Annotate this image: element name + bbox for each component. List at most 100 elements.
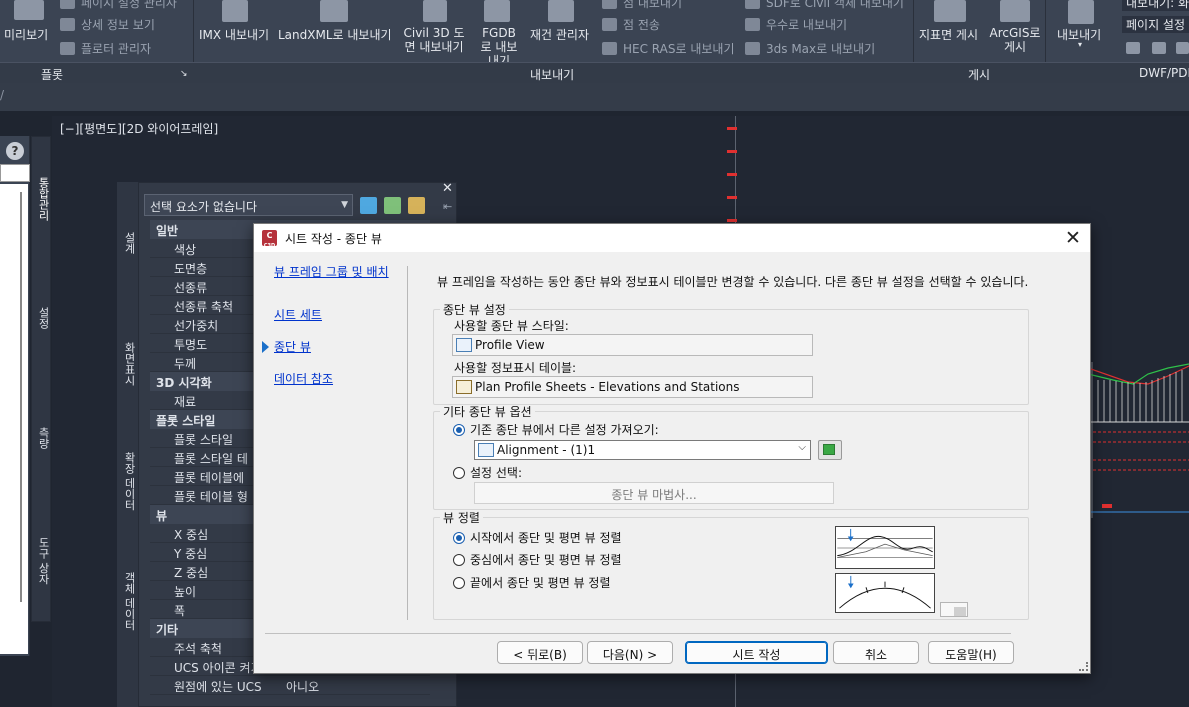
transfer-points-button[interactable]: 점 전송 [602,16,660,33]
nav-profile-view[interactable]: 종단 뷰 [274,341,311,353]
band-set-field: Plan Profile Sheets - Elevations and Sta… [452,376,813,398]
create-sheets-button[interactable]: 시트 작성 [685,641,828,664]
preview-button[interactable]: 미리보기 [4,26,48,43]
imx-export-button[interactable]: IMX 내보내기 [199,26,269,43]
toolspace-tabs: 통합관리 설정 측량 도구 상자 [31,136,51,622]
page-setup-option[interactable]: 페이지 설정 [1122,16,1189,33]
tab-display[interactable]: 화면표시 [121,342,137,386]
storm-icon [745,18,760,31]
radio-choose-settings[interactable]: 설정 선택: [453,464,522,481]
landxml-export-button[interactable]: LandXML로 내보내기 [278,26,392,43]
tab-survey[interactable]: 측량 [35,427,51,449]
help-button[interactable]: 도움말(H) [928,641,1014,664]
radio-dot [453,531,465,544]
cancel-button[interactable]: 취소 [833,641,919,664]
next-button[interactable]: 다음(N) > [587,641,673,664]
dwf-small-icon[interactable] [1126,42,1140,54]
details-icon [60,18,75,31]
nav-sheet-set[interactable]: 시트 세트 [274,309,322,321]
radio-import-existing[interactable]: 기존 종단 뷰에서 다른 설정 가져오기: [453,421,659,438]
resize-grip-icon[interactable] [1079,662,1088,671]
select-objects-icon[interactable] [384,197,401,214]
pick-from-drawing-button[interactable] [818,440,842,460]
civil3d-export-button[interactable]: Civil 3D 도면 내보내기 [398,26,470,54]
property-label: 선가중치 [174,319,219,333]
breadcrumb: / [0,88,5,102]
radio-align-center[interactable]: 중심에서 종단 및 평면 뷰 정렬 [453,551,622,568]
property-label: 선종류 축척 [174,300,234,314]
property-label: Y 중심 [174,547,208,561]
plot-group-label: 플롯 [41,68,64,82]
style-label: 사용할 종단 뷰 스타일: [454,319,569,333]
radio-dot [453,466,465,479]
layout-toggle-icon[interactable] [940,602,968,617]
nav-view-frame-group[interactable]: 뷰 프레임 그룹 및 배치 [274,266,392,278]
drawing-tick [727,173,737,176]
help-icon[interactable]: ? [6,142,24,160]
landxml-export-icon [320,0,348,22]
close-icon[interactable]: ✕ [1065,227,1081,249]
info-text: 뷰 프레임을 작성하는 동안 종단 뷰와 정보표시 테이블만 변경할 수 있습니… [437,275,1029,289]
nav-data-reference[interactable]: 데이터 참조 [274,373,333,385]
toggle-pickadd-icon[interactable] [360,197,377,214]
dwf-small-icon[interactable] [1176,42,1189,54]
surface-publish-button[interactable]: 지표면 게시 [919,26,978,43]
dwf-export-dropdown-icon[interactable]: ▾ [1078,40,1082,49]
alignment-dropdown[interactable]: Alignment - (1)1 ⌵ [474,440,811,460]
tab-toolbox[interactable]: 도구 상자 [35,537,51,585]
tab-prospector[interactable]: 통합관리 [35,177,51,221]
tab-design[interactable]: 설계 [121,232,137,254]
radio-align-start[interactable]: 시작에서 종단 및 평면 뷰 정렬 [453,529,622,546]
back-button[interactable]: < 뒤로(B) [497,641,583,664]
plot-group-launcher-icon[interactable]: ↘ [180,69,188,79]
fgdb-export-icon [484,0,510,22]
tab-object-data[interactable]: 객체 데이터 [121,572,137,631]
property-label: UCS 아이콘 켜기 [174,661,262,675]
export-points-button[interactable]: 점 내보내기 [602,0,682,11]
reconstruction-manager-button[interactable]: 재건 관리자 [530,26,589,43]
reconstruction-manager-icon [548,0,574,22]
dialog-title-bar[interactable]: C C3D 시트 작성 - 종단 뷰 ✕ [254,224,1090,252]
hec-ras-export-button[interactable]: HEC RAS로 내보내기 [602,40,735,57]
tab-extended-data[interactable]: 확장 데이터 [121,452,137,511]
property-row[interactable]: 원점에 있는 UCS 아니오 [150,676,430,695]
dwf-small-icon[interactable] [1152,42,1166,54]
tab-settings[interactable]: 설정 [35,307,51,329]
close-icon[interactable]: ✕ [442,181,453,196]
profile-view-wizard-button[interactable]: 종단 뷰 마법사... [474,482,834,504]
3dsmax-export-button[interactable]: 3ds Max로 내보내기 [745,40,875,57]
property-label: 색상 [174,243,197,257]
band-label: 사용할 정보표시 테이블: [454,361,577,375]
storm-export-button[interactable]: 우수로 내보내기 [745,16,847,33]
view-details-button[interactable]: 상세 정보 보기 [60,16,155,33]
radio-align-end[interactable]: 끝에서 종단 및 평면 뷰 정렬 [453,574,611,591]
arcgis-publish-button[interactable]: ArcGIS로 게시 [988,26,1042,54]
plotter-manager-button[interactable]: 플로터 관리자 [60,40,151,57]
points-icon [602,0,617,9]
property-label: 플롯 스타일 [174,433,234,447]
dialog-title: 시트 작성 - 종단 뷰 [285,232,382,246]
dwf-group-label: DWF/PDF [1139,66,1189,80]
pick-icon [823,444,835,455]
toolspace-scrollbar[interactable] [20,192,22,602]
quick-select-icon[interactable] [408,197,425,214]
toolspace-combo[interactable] [0,164,30,182]
property-label: 폭 [174,604,186,618]
selection-dropdown[interactable]: 선택 요소가 없습니다 ▼ [144,194,353,216]
toolspace-tree[interactable] [0,184,28,654]
property-label: X 중심 [174,528,209,542]
radio-dot [453,576,465,589]
group-legend: 종단 뷰 설정 [443,303,506,317]
property-label: 3D 시각화 [156,376,212,390]
sdf-export-button[interactable]: SDF로 Civil 객체 내보내기 [745,0,904,11]
autohide-icon[interactable]: ⇤ [443,200,452,213]
viewport-label[interactable]: [−][평면도][2D 와이어프레임] [60,120,218,137]
ribbon: 미리보기 페이지 설정 관리자 상세 정보 보기 플로터 관리자 IMX 내보내… [0,0,1189,83]
publish-group-label: 게시 [968,68,991,82]
dwf-export-icon [1068,0,1094,24]
group-legend: 기타 종단 뷰 옵션 [443,405,532,419]
page-setup-manager-button[interactable]: 페이지 설정 관리자 [60,0,177,11]
dwf-export-option[interactable]: 내보내기: 화 [1122,0,1189,11]
civil3d-app-icon: C C3D [262,230,277,249]
export-group-label: 내보내기 [530,68,575,82]
